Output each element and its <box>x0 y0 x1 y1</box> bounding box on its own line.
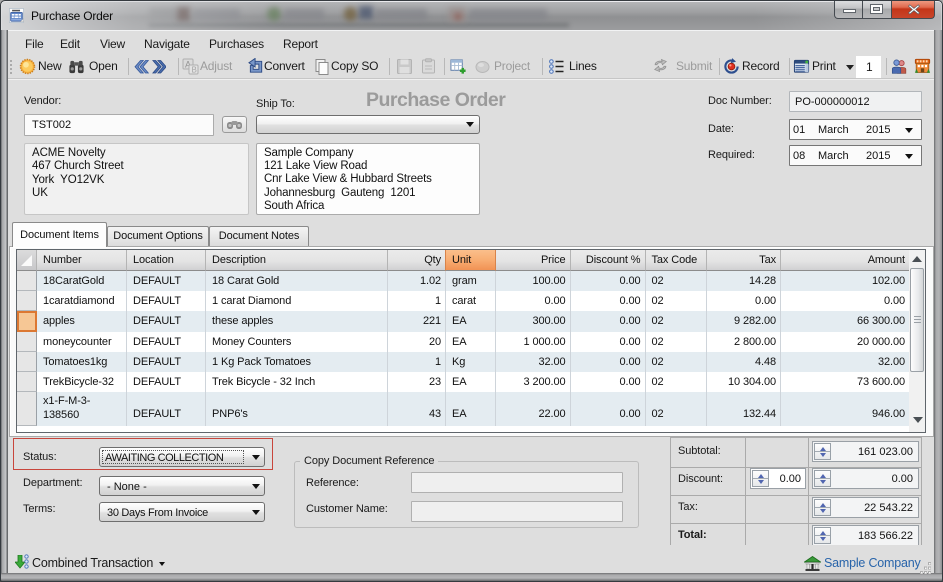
svg-text:B: B <box>192 66 197 75</box>
